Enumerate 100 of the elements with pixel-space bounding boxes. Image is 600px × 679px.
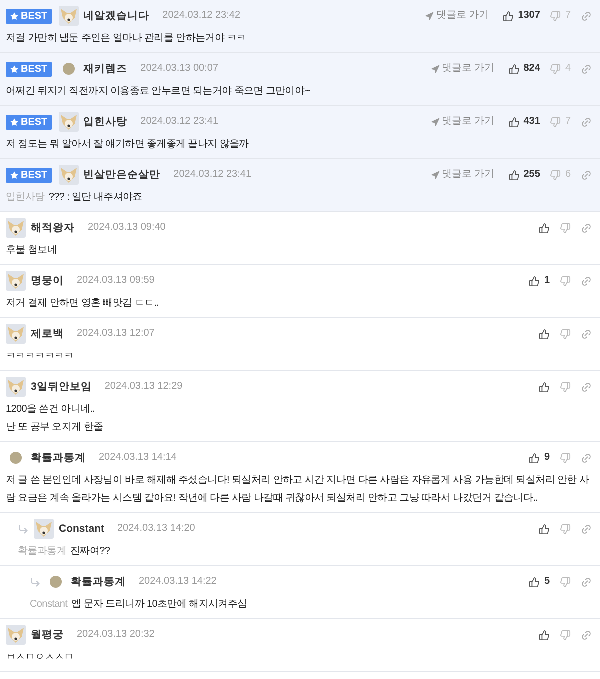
dislike-count: 7 <box>565 115 571 129</box>
navigation-icon <box>430 118 440 126</box>
link-button[interactable] <box>581 524 592 534</box>
thumbs-up-icon <box>529 576 540 588</box>
comment-text: 어쩌긴 뒤지기 직전까지 이용종료 안누르면 되는거야 죽으면 그만이야~ <box>6 85 312 99</box>
username[interactable]: 네알겠습니다 <box>84 6 150 26</box>
dislike-count: 4 <box>565 62 571 76</box>
dislike-button[interactable] <box>560 328 571 340</box>
like-button[interactable]: 1 <box>529 271 550 291</box>
link-button[interactable] <box>581 170 592 180</box>
dislike-button[interactable] <box>560 630 571 640</box>
thumbs-down-icon <box>560 276 571 286</box>
username[interactable]: 해적왕자 <box>31 218 75 238</box>
thumbs-up-icon <box>539 630 550 640</box>
link-button[interactable] <box>581 630 592 640</box>
link-button[interactable] <box>581 276 592 286</box>
username[interactable]: Constant <box>59 519 104 539</box>
username[interactable]: 확률과통계 <box>31 448 86 468</box>
comment-date: 2024.03.13 14:22 <box>139 575 217 589</box>
navigation-icon <box>430 64 440 74</box>
like-button[interactable]: 255 <box>508 165 540 185</box>
dislike-button[interactable] <box>560 222 571 234</box>
dislike-button[interactable] <box>560 382 571 392</box>
comment-text: 확률과통계 진짜여?? <box>18 545 112 559</box>
like-button[interactable]: 824 <box>508 59 540 79</box>
comment-date: 2024.03.12 23:42 <box>162 9 241 23</box>
thumbs-up-icon <box>508 116 520 128</box>
username[interactable]: 명뭉이 <box>31 271 64 291</box>
comment-date: 2024.03.13 12:07 <box>77 327 155 341</box>
thumbs-down-icon <box>550 64 562 74</box>
comment-text: 저 정도는 뭐 알아서 잘 얘기하면 좋게좋게 끝나지 않을까 <box>6 138 250 152</box>
link-button[interactable] <box>581 328 592 340</box>
comment-date: 2024.03.12 23:41 <box>174 168 252 182</box>
dislike-button[interactable] <box>560 276 571 286</box>
link-button[interactable] <box>581 116 592 128</box>
like-count: 431 <box>524 115 540 129</box>
comment-text: 저거 결제 안하면 영혼 빼앗김 ㄷㄷ.. <box>6 297 160 311</box>
like-button[interactable]: 5 <box>529 572 550 592</box>
username[interactable]: 확률과통계 <box>71 572 126 592</box>
thumbs-up-icon <box>539 524 550 534</box>
thumbs-down-icon <box>560 328 571 340</box>
link-button[interactable] <box>581 64 592 74</box>
thumbs-down-icon <box>560 576 571 588</box>
star-icon <box>10 118 19 126</box>
username[interactable]: 3일뒤안보임 <box>31 377 92 397</box>
comment-text: 저 글 쓴 본인인데 사장님이 바로 해제해 주셨습니다! 퇴실처리 안하고 시간 지나면 다른 사람은 자유롭게 사용 가능한데 퇴실처리 안한 사람 요금은 계속 올라가는 시스템 같아요! 작년에 다른 사람 나갈때 귀찮아서 퇴실처리 안하고 그냥 따라서 나갔던거 같습니다.. <box>6 474 590 506</box>
link-button[interactable] <box>581 10 592 22</box>
like-count: 1307 <box>518 9 540 23</box>
link-button[interactable] <box>581 576 592 588</box>
link-button[interactable] <box>581 222 592 234</box>
thumbs-up-icon <box>539 382 550 392</box>
thumbs-down-icon <box>560 222 571 234</box>
star-icon <box>10 170 19 180</box>
thumbs-down-icon <box>560 452 571 464</box>
like-button[interactable] <box>539 328 550 340</box>
like-button[interactable] <box>539 382 550 392</box>
thumbs-down-icon <box>560 382 571 392</box>
like-button[interactable]: 9 <box>529 448 550 468</box>
like-button[interactable]: 431 <box>508 112 540 132</box>
comment-text: Constant 엡 문자 드리니까 10초만에 해지시켜주심 <box>30 598 248 612</box>
username[interactable]: 재키렘즈 <box>84 59 128 79</box>
thumbs-up-icon <box>529 276 540 286</box>
comment-text: ㅂㅅㅁㅇㅅㅅㅁ <box>6 651 75 665</box>
thumbs-up-icon <box>539 328 550 340</box>
comment-text: 입힌사탕 ??? : 일단 내주셔야죠 <box>6 191 144 205</box>
thumbs-up-icon <box>508 64 520 74</box>
username[interactable]: 월평궁 <box>31 625 64 645</box>
thumbs-up-icon <box>529 452 540 464</box>
like-count: 9 <box>544 451 550 465</box>
dislike-button[interactable] <box>560 452 571 464</box>
username[interactable]: 입힌사탕 <box>84 112 128 132</box>
link-button[interactable] <box>581 382 592 392</box>
dislike-count: 7 <box>565 9 571 23</box>
username[interactable]: 제로백 <box>31 324 64 344</box>
dislike-button[interactable] <box>560 524 571 534</box>
comment-date: 2024.03.13 20:32 <box>77 628 155 642</box>
like-count: 1 <box>544 274 550 288</box>
comment-date: 2024.03.12 23:41 <box>140 115 219 129</box>
like-count: 824 <box>524 62 540 76</box>
dislike-button[interactable] <box>560 576 571 588</box>
thumbs-down-icon <box>560 524 571 534</box>
thumbs-down-icon <box>560 630 571 640</box>
link-button[interactable] <box>581 452 592 464</box>
comment-text: ㅋㅋㅋㅋㅋㅋㅋ <box>6 350 75 364</box>
comment-date: 2024.03.13 14:14 <box>99 451 177 465</box>
thumbs-up-icon <box>508 170 520 180</box>
avatar-dot-icon <box>62 62 76 76</box>
like-button[interactable]: 1307 <box>503 6 540 26</box>
star-icon <box>10 12 19 20</box>
reply-arrow-icon <box>18 524 29 534</box>
comment-text: 1200을 쓴건 아니네.. <box>6 403 96 417</box>
comment-date: 2024.03.13 09:40 <box>88 221 166 235</box>
like-button[interactable] <box>539 630 550 640</box>
like-button[interactable] <box>539 222 550 234</box>
like-count: 5 <box>544 575 550 589</box>
thumbs-down-icon <box>550 116 562 128</box>
like-button[interactable] <box>539 524 550 534</box>
best-label: BEST <box>21 10 48 24</box>
username[interactable]: 빈살만은순살만 <box>84 165 161 185</box>
comment-date: 2024.03.13 09:59 <box>77 274 155 288</box>
